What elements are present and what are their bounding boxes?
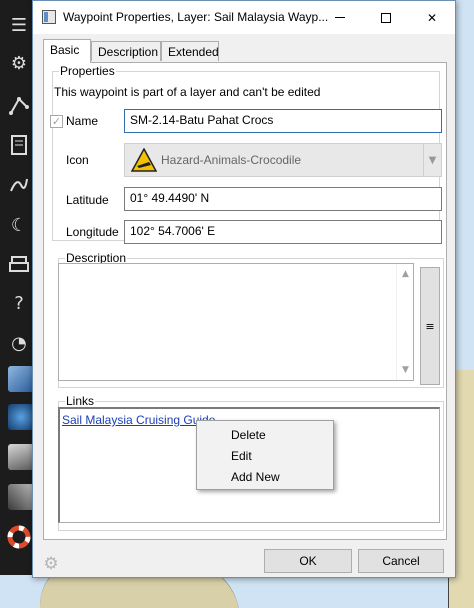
chevron-down-icon[interactable]: ▼: [423, 144, 441, 176]
scroll-down-icon[interactable]: ▼: [397, 362, 414, 378]
settings-icon[interactable]: ⚙: [6, 50, 32, 76]
menu-icon[interactable]: ☰: [6, 12, 32, 38]
ok-button[interactable]: OK: [264, 549, 352, 573]
description-scrollbar[interactable]: ▲ ▼: [396, 264, 413, 380]
name-label: Name: [66, 114, 99, 128]
weather-icon[interactable]: [8, 404, 34, 430]
properties-group-label: Properties: [59, 64, 116, 78]
latitude-label: Latitude: [66, 193, 109, 207]
menu-item-delete[interactable]: Delete: [231, 428, 266, 442]
icon-select-value: Hazard-Animals-Crocodile: [161, 153, 302, 167]
minimize-icon: [335, 17, 345, 18]
close-icon: ✕: [426, 10, 438, 25]
gear-icon[interactable]: ⚙: [41, 554, 61, 574]
document-icon[interactable]: [6, 132, 32, 158]
icon-select[interactable]: Hazard-Animals-Crocodile ▼: [124, 143, 442, 177]
links-group-label: Links: [65, 394, 96, 408]
layer-notice: This waypoint is part of a layer and can…: [54, 85, 321, 99]
maximize-icon: [381, 12, 391, 23]
menu-item-add-new[interactable]: Add New: [231, 470, 280, 484]
tab-description[interactable]: Description: [91, 41, 161, 61]
cancel-button[interactable]: Cancel: [358, 549, 444, 573]
lifebuoy-icon[interactable]: [6, 524, 32, 550]
maximize-button[interactable]: [363, 1, 409, 34]
link-item[interactable]: Sail Malaysia Cruising Guide: [62, 413, 215, 427]
name-field[interactable]: SM-2.14-Batu Pahat Crocs: [124, 109, 442, 133]
scroll-up-icon[interactable]: ▲: [397, 266, 414, 282]
tab-basic[interactable]: Basic: [43, 39, 91, 63]
window-title: Waypoint Properties, Layer: Sail Malaysi…: [63, 10, 329, 24]
latitude-field[interactable]: 01° 49.4490' N: [124, 187, 442, 211]
longitude-label: Longitude: [66, 225, 119, 239]
track-icon[interactable]: [6, 172, 32, 198]
name-checkbox[interactable]: ✓: [50, 115, 63, 128]
expand-icon: ≡: [425, 319, 435, 333]
longitude-field[interactable]: 102° 54.7006' E: [124, 220, 442, 244]
icon-label: Icon: [66, 153, 89, 167]
window-icon: [42, 10, 56, 24]
close-button[interactable]: ✕: [409, 1, 455, 34]
links-context-menu: Delete Edit Add New: [196, 420, 334, 490]
menu-item-edit[interactable]: Edit: [231, 449, 252, 463]
help-icon[interactable]: ?: [6, 290, 32, 316]
description-textarea[interactable]: ▲ ▼: [58, 263, 414, 381]
tab-extended[interactable]: Extended: [161, 41, 219, 61]
minimize-button[interactable]: [317, 1, 363, 34]
sail-icon[interactable]: [8, 444, 34, 470]
tide-icon[interactable]: ☾: [6, 212, 32, 238]
chart-plugin-icon[interactable]: [8, 366, 34, 392]
route-icon[interactable]: [6, 92, 32, 118]
anchor-icon[interactable]: [8, 484, 34, 510]
dashboard-icon[interactable]: ◔: [6, 330, 32, 356]
waypoint-properties-dialog: Waypoint Properties, Layer: Sail Malaysi…: [32, 0, 456, 578]
hazard-crocodile-icon: [131, 148, 157, 172]
title-bar[interactable]: Waypoint Properties, Layer: Sail Malaysi…: [33, 1, 455, 34]
print-icon[interactable]: [6, 252, 32, 278]
description-expand-button[interactable]: ≡: [420, 267, 440, 385]
